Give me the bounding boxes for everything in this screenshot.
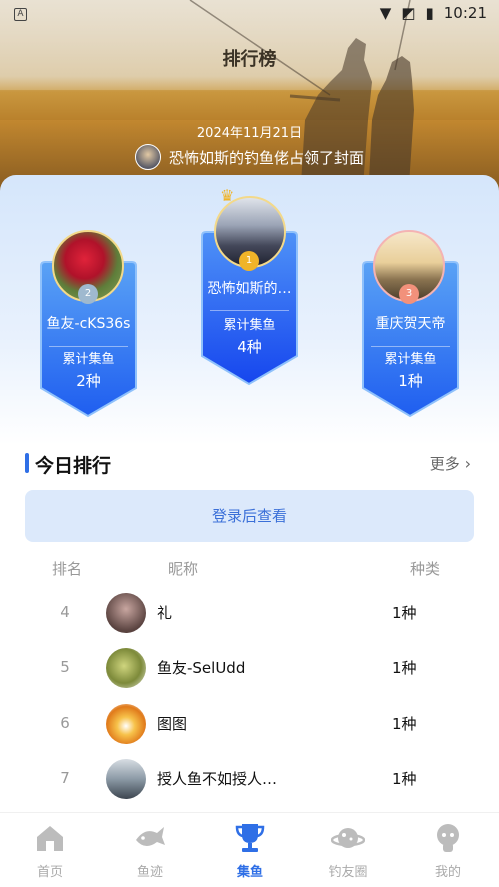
column-nickname: 昵称: [168, 560, 199, 578]
podium-first[interactable]: ♛ 1 恐怖如斯的… 累计集鱼 4种: [198, 186, 301, 390]
avatar[interactable]: [106, 704, 146, 744]
wifi-icon: ▼: [379, 4, 392, 22]
tab-label: 首页: [36, 865, 63, 880]
table-row[interactable]: 6 图图 1种: [0, 700, 499, 752]
fish-trace-icon: [136, 827, 165, 847]
cover-text: 恐怖如斯的钓鱼佬占领了封面: [168, 148, 364, 167]
third-total-label: 累计集鱼: [384, 352, 437, 367]
profile-icon: [437, 824, 459, 852]
trophy-icon: [235, 824, 265, 852]
notification-a-icon: A: [14, 8, 27, 21]
row-count: 1种: [392, 770, 417, 788]
page-title: 排行榜: [222, 49, 277, 70]
table-row[interactable]: 5 鱼友-SelUdd 1种: [0, 644, 499, 696]
row-nickname: 鱼友-SelUdd: [157, 659, 246, 677]
medal-second: 2: [78, 284, 98, 304]
today-ranking-header: 今日排行 更多 ›: [25, 452, 475, 477]
third-count: 1种: [398, 372, 423, 390]
planet-icon: [331, 828, 365, 848]
tab-anglers-circle[interactable]: 钓友圈: [318, 821, 378, 880]
avatar[interactable]: [106, 759, 146, 799]
table-row[interactable]: 7 授人鱼不如授人… 1种: [0, 755, 499, 807]
medal-first: 1: [239, 251, 259, 271]
fishermen-silhouette: [189, 0, 414, 200]
row-rank: 6: [60, 714, 70, 732]
status-time: 10:21: [443, 4, 487, 22]
column-species: 种类: [410, 560, 441, 578]
more-link[interactable]: 更多 ›: [430, 453, 471, 474]
row-count: 1种: [392, 715, 417, 733]
row-count: 1种: [392, 604, 417, 622]
podium-third[interactable]: 3 重庆贺天帝 累计集鱼 1种: [359, 230, 462, 420]
chevron-right-icon: ›: [464, 454, 471, 473]
cover-banner: A ▼ ◩ ▮ 10:21 排行榜 2024年11月21日 恐怖如斯的钓鱼佬占领…: [0, 0, 499, 200]
second-total-label: 累计集鱼: [62, 352, 115, 367]
row-rank: 5: [60, 658, 70, 676]
second-name: 鱼友-cKS36s: [46, 316, 131, 332]
avatar[interactable]: [106, 648, 146, 688]
table-row[interactable]: 4 礼 1种: [0, 589, 499, 641]
third-name: 重庆贺天帝: [375, 316, 446, 332]
podium-second[interactable]: 2 鱼友-cKS36s 累计集鱼 2种: [37, 230, 140, 420]
medal-third: 3: [399, 284, 419, 304]
column-rank: 排名: [52, 560, 83, 578]
first-total-label: 累计集鱼: [223, 318, 276, 333]
podium-card: 2 鱼友-cKS36s 累计集鱼 2种 ♛ 1 恐怖如斯的… 累计集鱼 4种 3…: [0, 175, 499, 445]
cover-date: 2024年11月21日: [196, 126, 303, 141]
cover-avatar[interactable]: [134, 144, 161, 170]
tab-profile[interactable]: 我的: [418, 821, 478, 880]
tab-home[interactable]: 首页: [20, 821, 80, 880]
row-count: 1种: [392, 659, 417, 677]
bottom-tab-bar: 首页 鱼迹 集鱼 钓友圈 我的: [0, 812, 499, 887]
row-rank: 4: [60, 603, 70, 621]
row-nickname: 礼: [157, 604, 173, 622]
tab-label: 集鱼: [236, 865, 263, 880]
row-rank: 7: [60, 769, 70, 787]
section-title: 今日排行: [35, 455, 112, 477]
battery-icon: ▮: [425, 4, 434, 22]
row-nickname: 图图: [157, 715, 188, 733]
tab-label: 我的: [434, 865, 461, 880]
no-sim-icon: ◩: [401, 4, 416, 22]
tab-label: 钓友圈: [328, 865, 368, 880]
first-count: 4种: [237, 338, 262, 356]
tab-fish-trace[interactable]: 鱼迹: [120, 821, 180, 880]
section-accent-bar: [25, 453, 29, 473]
cover-caption[interactable]: 恐怖如斯的钓鱼佬占领了封面: [0, 144, 499, 170]
login-to-view-button[interactable]: 登录后查看: [25, 490, 474, 542]
more-label: 更多: [429, 455, 460, 473]
second-count: 2种: [76, 372, 101, 390]
first-name: 恐怖如斯的…: [207, 281, 292, 297]
home-icon: [37, 826, 63, 851]
tab-collect-fish[interactable]: 集鱼: [220, 821, 280, 880]
row-nickname: 授人鱼不如授人…: [157, 770, 278, 788]
avatar[interactable]: [106, 593, 146, 633]
tab-label: 鱼迹: [136, 865, 163, 880]
